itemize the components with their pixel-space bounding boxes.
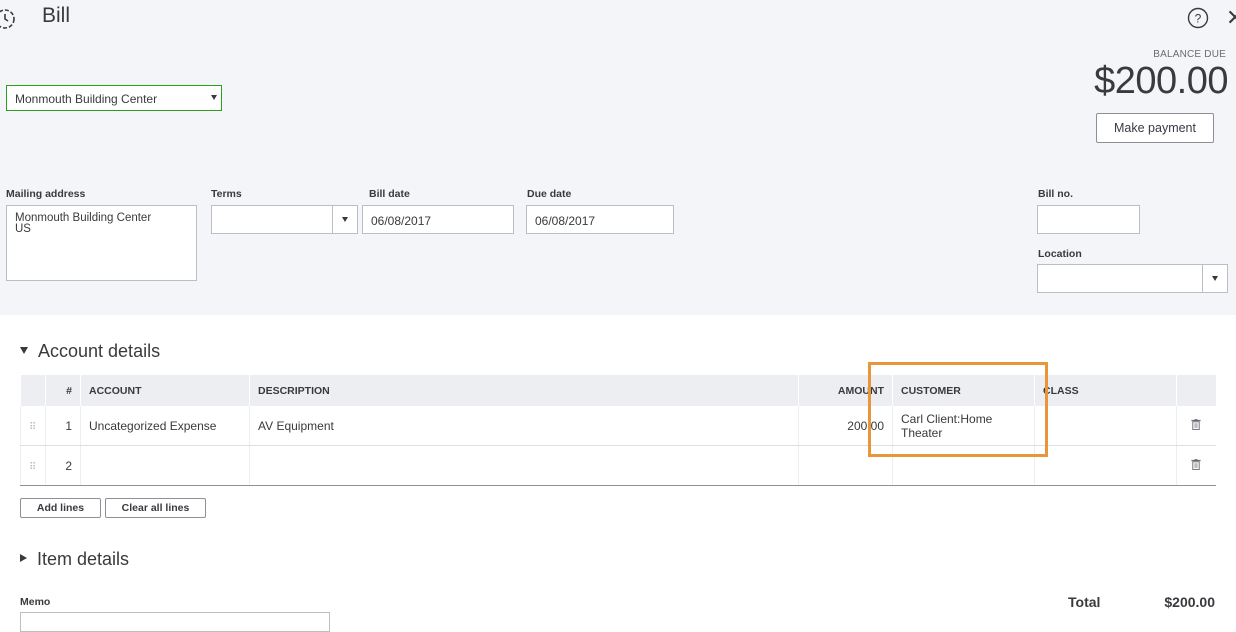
vendor-value: Monmouth Building Center: [15, 92, 158, 106]
bill-no-label: Bill no.: [1038, 188, 1073, 200]
chevron-down-icon: [1212, 276, 1218, 281]
total-label: Total: [1068, 594, 1101, 610]
mailing-address-label: Mailing address: [6, 188, 86, 200]
caret-right-icon: [20, 554, 27, 563]
drag-handle-icon[interactable]: ⠿: [20, 445, 46, 486]
due-date-value: 06/08/2017: [535, 214, 596, 228]
bill-date-label: Bill date: [369, 188, 410, 200]
drag-column-header: [20, 375, 46, 406]
terms-select[interactable]: [211, 205, 358, 234]
trash-icon[interactable]: [1191, 458, 1201, 470]
column-header-account: ACCOUNT: [80, 375, 250, 406]
memo-input[interactable]: [20, 612, 330, 632]
location-label: Location: [1038, 248, 1082, 260]
item-details-heading: Item details: [37, 549, 130, 569]
make-payment-button[interactable]: Make payment: [1096, 113, 1214, 143]
location-select[interactable]: [1037, 264, 1228, 293]
drag-handle-icon[interactable]: ⠿: [20, 406, 46, 446]
caret-down-icon: [20, 346, 28, 354]
delete-row-cell: [1176, 445, 1216, 486]
row-number: 2: [45, 445, 81, 486]
address-line-1: Monmouth Building Center: [15, 212, 152, 224]
delete-row-cell: [1176, 406, 1216, 446]
due-date-input[interactable]: 06/08/2017: [526, 205, 674, 234]
help-icon[interactable]: ?: [1187, 7, 1209, 29]
total-value: $200.00: [1164, 594, 1215, 610]
mailing-address-field[interactable]: Monmouth Building Center US: [6, 205, 197, 281]
class-cell[interactable]: [1034, 445, 1177, 486]
history-icon[interactable]: [0, 6, 18, 32]
chevron-down-icon: [342, 217, 348, 222]
balance-due-label: BALANCE DUE: [1153, 49, 1226, 60]
trash-icon[interactable]: [1191, 418, 1201, 430]
bill-date-value: 06/08/2017: [371, 214, 432, 228]
delete-column-header: [1176, 375, 1216, 406]
dropdown-divider: [332, 206, 333, 233]
add-lines-button[interactable]: Add lines: [20, 498, 101, 518]
due-date-label: Due date: [527, 188, 572, 200]
memo-label: Memo: [20, 596, 51, 608]
bill-no-input[interactable]: [1037, 205, 1140, 234]
customer-highlight-box: [868, 362, 1048, 457]
bill-date-input[interactable]: 06/08/2017: [362, 205, 514, 234]
svg-text:?: ?: [1195, 12, 1202, 26]
vendor-select[interactable]: Monmouth Building Center: [6, 85, 222, 111]
description-cell[interactable]: AV Equipment: [249, 406, 799, 446]
close-icon[interactable]: ✕: [1226, 6, 1236, 30]
clear-all-lines-button[interactable]: Clear all lines: [105, 498, 206, 518]
row-number: 1: [45, 406, 81, 446]
account-cell[interactable]: [80, 445, 250, 486]
chevron-down-icon: [211, 95, 217, 100]
page-title: Bill: [42, 4, 71, 27]
column-header-description: DESCRIPTION: [249, 375, 799, 406]
account-cell[interactable]: Uncategorized Expense: [80, 406, 250, 446]
balance-due-amount: $200.00: [1094, 60, 1228, 102]
account-details-heading: Account details: [38, 341, 161, 361]
column-header-num: #: [45, 375, 81, 406]
account-details-toggle[interactable]: Account details: [20, 341, 160, 362]
dropdown-divider: [1202, 265, 1203, 292]
item-details-toggle[interactable]: Item details: [20, 549, 129, 570]
description-cell[interactable]: [249, 445, 799, 486]
class-cell[interactable]: [1034, 406, 1177, 446]
terms-label: Terms: [211, 188, 242, 200]
address-line-2: US: [15, 223, 31, 235]
column-header-class: CLASS: [1034, 375, 1177, 406]
